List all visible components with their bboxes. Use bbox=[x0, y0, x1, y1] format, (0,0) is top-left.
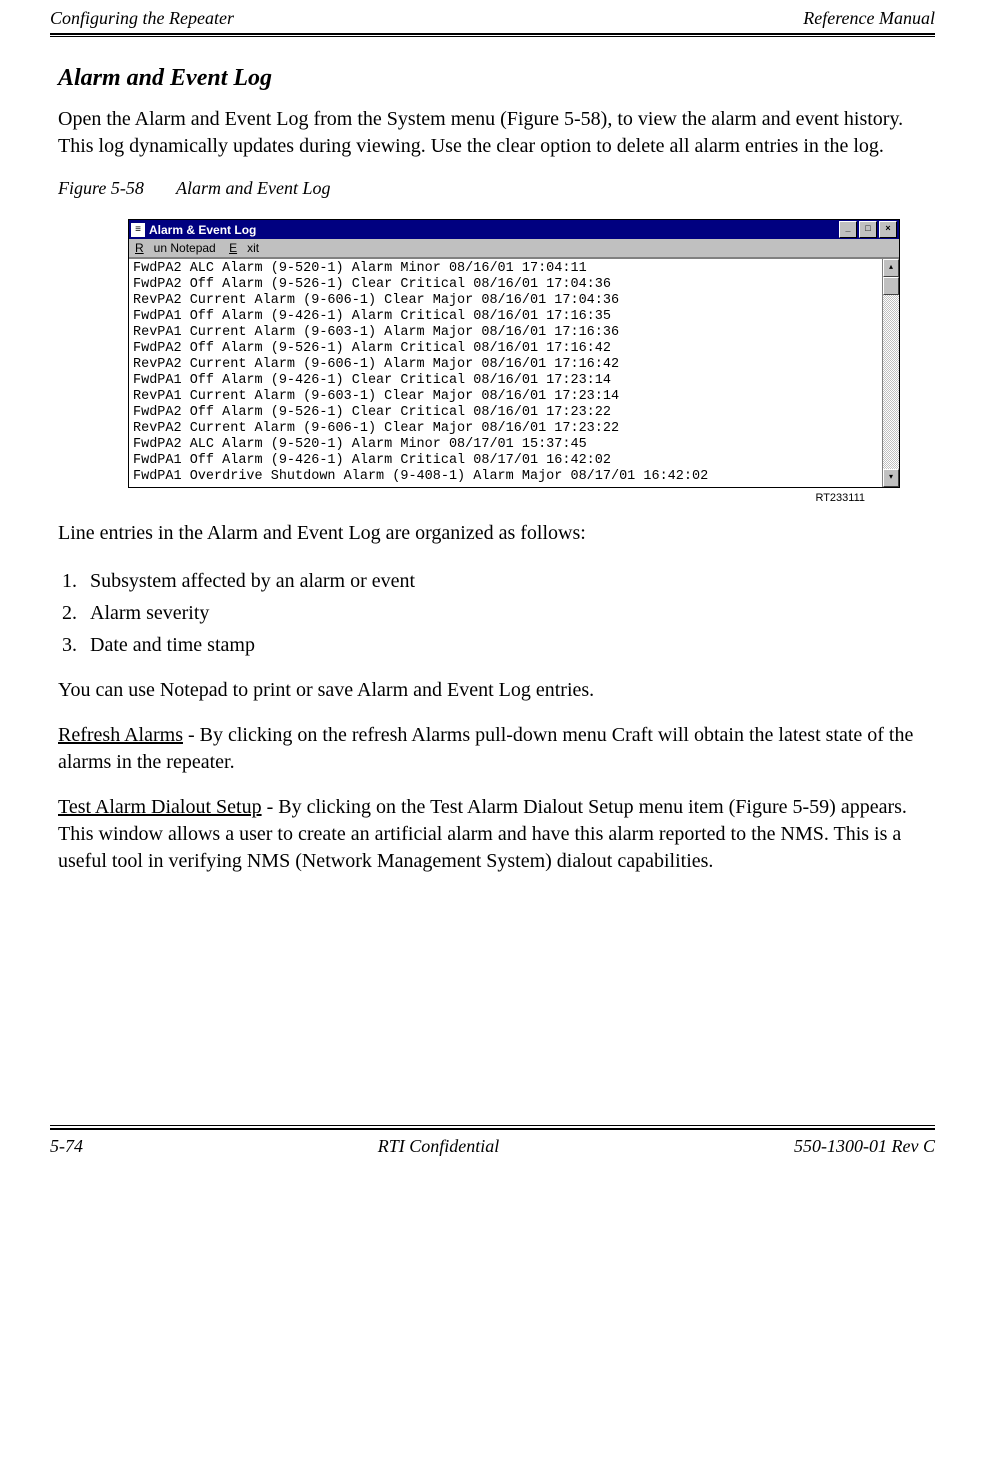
figure-number: Figure 5-58 bbox=[58, 178, 144, 198]
menu-exit[interactable]: Exit bbox=[229, 241, 259, 255]
intro-paragraph: Open the Alarm and Event Log from the Sy… bbox=[58, 106, 935, 160]
scroll-thumb[interactable] bbox=[883, 277, 899, 295]
test-paragraph: Test Alarm Dialout Setup - By clicking o… bbox=[58, 794, 935, 875]
log-text[interactable]: FwdPA2 ALC Alarm (9-520-1) Alarm Minor 0… bbox=[129, 259, 882, 487]
scroll-down-icon[interactable]: ▾ bbox=[883, 469, 899, 487]
after-figure-text: Line entries in the Alarm and Event Log … bbox=[58, 520, 935, 547]
window-title: Alarm & Event Log bbox=[149, 223, 839, 237]
figure-caption: Figure 5-58 Alarm and Event Log bbox=[58, 178, 935, 199]
scrollbar[interactable]: ▴ ▾ bbox=[882, 259, 899, 487]
test-label: Test Alarm Dialout Setup bbox=[58, 796, 262, 818]
list-item: Subsystem affected by an alarm or event bbox=[82, 565, 935, 597]
footer-right: 550-1300-01 Rev C bbox=[794, 1136, 935, 1157]
figure-ref-label: RT233111 bbox=[58, 492, 865, 504]
list-item: Alarm severity bbox=[82, 597, 935, 629]
scroll-track[interactable] bbox=[883, 295, 899, 469]
header-rule-thin bbox=[50, 36, 935, 37]
screenshot: ≡ Alarm & Event Log _ □ × Run Notepad Ex… bbox=[128, 219, 935, 488]
footer-center: RTI Confidential bbox=[378, 1136, 500, 1157]
refresh-label: Refresh Alarms bbox=[58, 724, 183, 746]
notepad-text: You can use Notepad to print or save Ala… bbox=[58, 677, 935, 704]
refresh-text: - By clicking on the refresh Alarms pull… bbox=[58, 724, 913, 773]
app-icon: ≡ bbox=[131, 223, 145, 237]
header-rule-thick bbox=[50, 33, 935, 35]
minimize-button[interactable]: _ bbox=[839, 221, 857, 238]
list-item: Date and time stamp bbox=[82, 629, 935, 661]
header-right: Reference Manual bbox=[803, 8, 935, 29]
window: ≡ Alarm & Event Log _ □ × Run Notepad Ex… bbox=[128, 219, 900, 488]
ordered-list: Subsystem affected by an alarm or event … bbox=[58, 565, 935, 661]
refresh-paragraph: Refresh Alarms - By clicking on the refr… bbox=[58, 722, 935, 776]
section-title: Alarm and Event Log bbox=[58, 65, 935, 92]
close-button[interactable]: × bbox=[879, 221, 897, 238]
header-left: Configuring the Repeater bbox=[50, 8, 234, 29]
footer-left: 5-74 bbox=[50, 1136, 83, 1157]
titlebar: ≡ Alarm & Event Log _ □ × bbox=[129, 220, 899, 239]
menubar: Run Notepad Exit bbox=[129, 239, 899, 258]
figure-title: Alarm and Event Log bbox=[176, 178, 331, 198]
menu-run-notepad[interactable]: Run Notepad bbox=[135, 241, 216, 255]
log-body: FwdPA2 ALC Alarm (9-520-1) Alarm Minor 0… bbox=[129, 258, 899, 487]
scroll-up-icon[interactable]: ▴ bbox=[883, 259, 899, 277]
maximize-button[interactable]: □ bbox=[859, 221, 877, 238]
footer-rule-thin bbox=[50, 1125, 935, 1126]
